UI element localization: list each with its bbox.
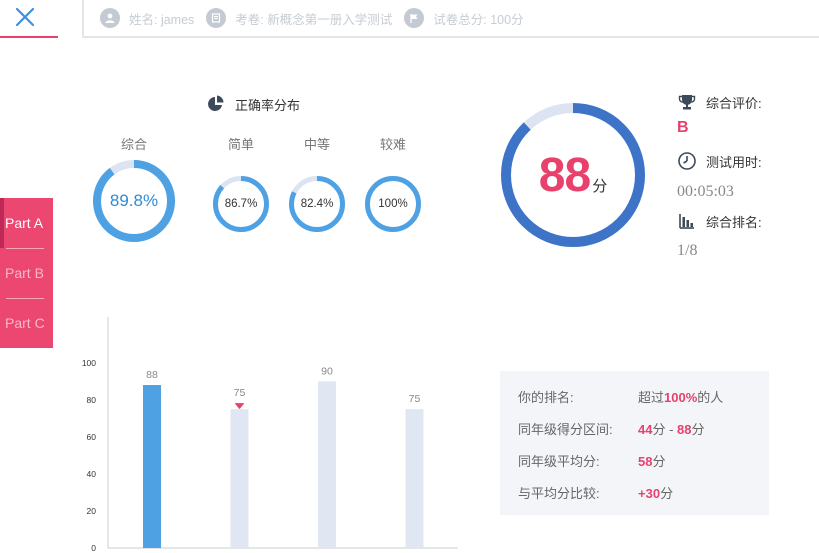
stat-diff-unit: 分 [660, 486, 674, 501]
total-score-value: 88 [538, 148, 591, 202]
stat-rank-value: 超过100%的人 [638, 387, 723, 406]
score-bar [318, 381, 336, 548]
stat-diff-number: +30 [638, 486, 661, 501]
stat-range-low: 44 [638, 422, 653, 437]
stat-rank-highlight: 100% [664, 390, 698, 405]
accuracy-title: 正确率分布 [206, 94, 300, 114]
stat-range-unit-low: 分 [652, 422, 666, 437]
time-value: 00:05:03 [677, 183, 734, 200]
stat-range-value: 44分 - 88分 [638, 419, 705, 438]
y-tick-label: 40 [87, 469, 97, 479]
gauge-easy-value: 86.7% [224, 198, 258, 210]
exam-name-text: 考卷: 新概念第一册入学测试 [235, 12, 393, 27]
bar-value-label: 75 [234, 387, 246, 399]
paper-icon [206, 8, 227, 28]
total-score-display: 88 分 [500, 102, 646, 248]
stat-avg-unit: 分 [652, 454, 666, 469]
student-name-text: 姓名: james [129, 12, 195, 27]
score-bar-chart-svg: 0 20 40 60 80 100 88 75 90 75 [82, 317, 458, 553]
stats-panel: 你的排名: 超过100%的人 同年级得分区间: 44分 - 88分 同年级平均分… [500, 371, 769, 515]
bar-value-label: 88 [146, 369, 158, 381]
stat-range-high: 88 [677, 422, 692, 437]
stat-range-label: 同年级得分区间: [518, 422, 613, 437]
stat-diff-label: 与平均分比较: [518, 486, 600, 501]
score-bar [230, 409, 249, 548]
total-score-unit: 分 [592, 177, 608, 195]
rank-value: 1/8 [677, 242, 698, 259]
y-tick-label: 20 [87, 506, 97, 516]
exam-total: 试卷总分: 100分 [404, 8, 524, 28]
flag-icon [404, 8, 425, 28]
part-tabs: Part A Part B Part C [0, 198, 53, 348]
stat-rank-label: 你的排名: [518, 390, 574, 405]
score-bar-chart: 0 20 40 60 80 100 88 75 90 75 [74, 315, 464, 553]
gauge-overall: 89.8% [92, 159, 176, 243]
bar-value-label: 75 [409, 393, 421, 405]
pie-chart-icon [208, 95, 224, 111]
gauge-medium-label: 中等 [303, 137, 330, 152]
y-tick-label: 100 [82, 358, 96, 368]
bar-chart-icon [679, 214, 694, 229]
rating-value: B [677, 119, 689, 136]
rating-label: 综合评价: [706, 95, 762, 111]
stat-avg-label: 同年级平均分: [518, 454, 600, 469]
bar-value-label: 90 [321, 365, 333, 377]
rating-row: 综合评价: [677, 92, 762, 112]
exam-name: 考卷: 新概念第一册入学测试 [206, 8, 392, 28]
time-label: 测试用时: [706, 154, 762, 170]
gauge-medium: 82.4% [288, 175, 346, 233]
gauge-hard-label: 较难 [379, 137, 406, 152]
user-icon [100, 8, 120, 28]
total-score: 88 分 [500, 102, 646, 248]
rank-row: 综合排名: [677, 211, 762, 231]
gauge-hard: 100% [364, 175, 422, 233]
my-score-marker [234, 403, 245, 410]
close-button[interactable] [8, 4, 42, 30]
stat-range-sep: - [665, 422, 678, 437]
stat-rank-suffix: 的人 [697, 390, 724, 405]
stat-range-unit-high: 分 [691, 422, 705, 437]
gauge-overall-label: 综合 [120, 137, 147, 152]
tab-part-c[interactable]: Part C [0, 298, 53, 348]
exam-total-text: 试卷总分: 100分 [433, 12, 524, 27]
close-underline [0, 36, 58, 38]
y-tick-label: 80 [87, 395, 97, 405]
gauge-medium-value: 82.4% [300, 198, 334, 210]
clock-icon [678, 152, 696, 170]
y-tick-label: 0 [91, 543, 96, 553]
tab-part-a[interactable]: Part A [0, 198, 53, 248]
gauge-easy-label: 简单 [227, 137, 254, 152]
close-icon [15, 7, 35, 27]
gauge-overall-value: 89.8% [109, 191, 159, 210]
score-bar [405, 409, 424, 548]
stat-avg-value: 58分 [638, 451, 665, 470]
stat-diff-value: +30分 [638, 483, 673, 502]
tab-part-b[interactable]: Part B [0, 248, 53, 298]
trophy-icon [678, 95, 696, 110]
student-name: 姓名: james [100, 8, 194, 28]
y-tick-label: 60 [87, 432, 97, 442]
gauge-hard-value: 100% [378, 198, 408, 210]
stat-avg-number: 58 [638, 454, 653, 469]
time-row: 测试用时: [677, 151, 762, 171]
gauge-easy: 86.7% [212, 175, 270, 233]
rank-label: 综合排名: [706, 214, 762, 230]
exam-info: 姓名: james 考卷: 新概念第一册入学测试 试卷总分: 100分 [100, 7, 536, 29]
stat-rank-prefix: 超过 [638, 390, 665, 405]
score-bar [143, 385, 161, 548]
accuracy-title-text: 正确率分布 [235, 97, 301, 113]
